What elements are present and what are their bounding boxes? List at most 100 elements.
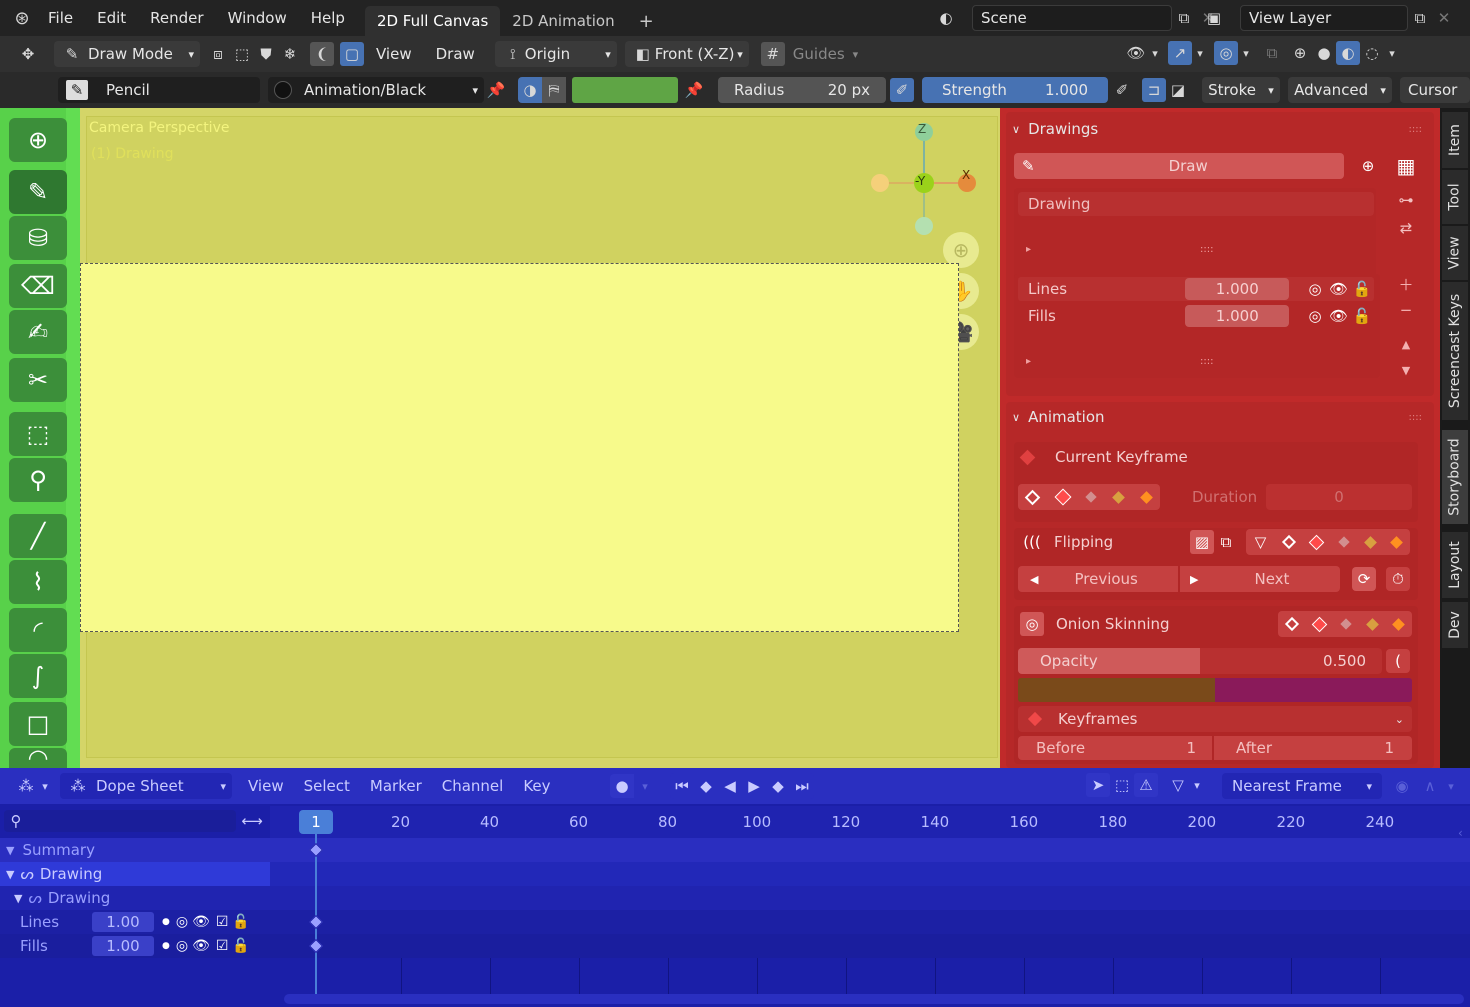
lock-icon[interactable]: 🔓 bbox=[1350, 277, 1374, 301]
add-drawing-icon[interactable]: ⊕ bbox=[1356, 154, 1380, 178]
onion-skin-icon[interactable]: ◎ bbox=[176, 938, 188, 954]
moving-hold-type-icon[interactable] bbox=[1085, 491, 1098, 503]
layer-active-dot-icon[interactable]: ● bbox=[162, 941, 170, 951]
tab-item[interactable]: Item bbox=[1442, 112, 1468, 168]
cursor-dropdown[interactable]: Cursor bbox=[1400, 77, 1470, 103]
multiframe-icon[interactable]: ⧈ bbox=[206, 42, 230, 66]
rendered-shading-icon[interactable]: ◌ bbox=[1360, 41, 1384, 65]
tab-tool[interactable]: Tool bbox=[1442, 170, 1468, 224]
cursor-tool-icon[interactable]: ⊕ bbox=[9, 118, 67, 162]
flip-image-icon[interactable]: ▨ bbox=[1190, 530, 1214, 554]
freeze-icon[interactable]: ❄ bbox=[278, 42, 302, 66]
pin-icon[interactable]: 📌 bbox=[484, 78, 508, 102]
current-frame-indicator[interactable]: 1 bbox=[299, 810, 333, 834]
channel-layer-fills[interactable]: Fills 1.00 ● ◎ 👁 ☑ 🔓 bbox=[0, 934, 270, 958]
previous-button[interactable]: ◀ Previous bbox=[1018, 566, 1178, 592]
extreme-type-icon[interactable] bbox=[1365, 617, 1379, 631]
tint-tool-icon[interactable]: ✍ bbox=[9, 310, 67, 354]
expand-arrow-icon[interactable]: ▸ bbox=[1026, 356, 1031, 367]
expand-arrow-icon[interactable]: ▸ bbox=[1026, 244, 1031, 255]
select-mode-icon[interactable]: ▢ bbox=[340, 42, 364, 66]
dope-menu-marker[interactable]: Marker bbox=[360, 768, 432, 804]
lock-icon[interactable]: 🔓 bbox=[1350, 304, 1374, 328]
show-hidden-icon[interactable]: ⬚ bbox=[1110, 773, 1134, 797]
fill-tool-icon[interactable]: ⛁ bbox=[9, 216, 67, 260]
curve-tool-icon[interactable]: ∫ bbox=[9, 654, 67, 698]
editor-type-icon[interactable]: ✥ bbox=[16, 42, 40, 66]
record-icon[interactable]: ● bbox=[610, 774, 634, 798]
dope-menu-channel[interactable]: Channel bbox=[432, 768, 514, 804]
animation-panel-header[interactable]: ∨ Animation :::: bbox=[1012, 404, 1422, 430]
opacity-slider[interactable]: Opacity 0.500 bbox=[1018, 648, 1382, 674]
stroke-dropdown[interactable]: Stroke ▾ bbox=[1202, 77, 1280, 103]
material-color-icon[interactable]: ◑ bbox=[518, 77, 542, 103]
chevron-down-icon[interactable]: ▾ bbox=[1190, 773, 1204, 797]
eye-icon[interactable]: 👁 bbox=[192, 938, 210, 954]
menu-window[interactable]: Window bbox=[216, 0, 299, 36]
wireframe-shading-icon[interactable]: ⊕ bbox=[1288, 41, 1312, 65]
collapse-sidebar-icon[interactable]: ‹ bbox=[1458, 826, 1463, 840]
mode-selector[interactable]: ✎ Draw Mode ▾ bbox=[54, 41, 200, 67]
moving-hold-type-icon[interactable] bbox=[1340, 618, 1353, 630]
editor-type-icon[interactable]: ⁂ bbox=[14, 774, 38, 798]
tab-screencast-keys[interactable]: Screencast Keys bbox=[1442, 282, 1468, 420]
flip-filter-selector[interactable]: ▽ bbox=[1246, 529, 1410, 555]
drag-handle-icon[interactable]: :::: bbox=[1409, 412, 1422, 423]
pressure-strength-icon[interactable]: ✐ bbox=[1110, 78, 1134, 102]
drag-handle-icon[interactable]: :::: bbox=[1409, 124, 1422, 135]
add-layer-icon[interactable]: ＋ bbox=[1394, 272, 1418, 296]
horizontal-scrollbar[interactable] bbox=[284, 994, 1464, 1004]
lock-icon[interactable]: 🔓 bbox=[232, 938, 249, 954]
timer-icon[interactable]: ⏱ bbox=[1386, 567, 1410, 591]
material-selector[interactable]: Animation/Black ▾ bbox=[268, 77, 484, 103]
resize-grip-icon[interactable]: :::: bbox=[1200, 356, 1213, 367]
gizmo-neg-x-axis[interactable] bbox=[871, 174, 889, 192]
layer-opacity-field[interactable]: 1.00 bbox=[92, 936, 154, 956]
play-reverse-icon[interactable]: ◀ bbox=[718, 774, 742, 798]
channel-object[interactable]: ▼ ᔕ Drawing bbox=[0, 862, 270, 886]
before-field[interactable]: Before 1 bbox=[1018, 736, 1212, 760]
layer-opacity-slider[interactable]: 1.000 bbox=[1185, 305, 1290, 327]
autokey-icon[interactable]: ⛊ bbox=[254, 42, 278, 66]
link-drawing-icon[interactable]: ⇄ bbox=[1394, 216, 1418, 240]
channel-layer-lines[interactable]: Lines 1.00 ● ◎ 👁 ☑ 🔓 bbox=[0, 910, 270, 934]
drawing-list-item[interactable]: Drawing bbox=[1018, 192, 1374, 216]
projection-selector[interactable]: ◧ Front (X-Z) ▾ bbox=[624, 41, 749, 67]
breakdown-type-icon[interactable] bbox=[1054, 488, 1072, 506]
onion-skin-icon[interactable]: ◎ bbox=[176, 914, 188, 930]
swap-icon[interactable]: ⟷ bbox=[240, 809, 264, 833]
channel-search-input[interactable]: ⚲ bbox=[4, 810, 236, 832]
channel-summary[interactable]: ▼ Summary bbox=[0, 838, 270, 862]
chevron-down-icon[interactable]: ▾ bbox=[38, 774, 52, 798]
erase-tool-icon[interactable]: ⌫ bbox=[9, 264, 67, 308]
layer-opacity-field[interactable]: 1.00 bbox=[92, 912, 154, 932]
breakdown-type-icon[interactable] bbox=[1311, 616, 1328, 632]
after-color-swatch[interactable] bbox=[1215, 678, 1412, 702]
snap-icon[interactable]: ⬚ bbox=[230, 42, 254, 66]
solid-shading-icon[interactable]: ● bbox=[1312, 41, 1336, 65]
radius-slider[interactable]: Radius 20 px bbox=[718, 77, 886, 103]
layer-opacity-slider[interactable]: 1.000 bbox=[1185, 278, 1290, 300]
line-tool-icon[interactable]: ╱ bbox=[9, 514, 67, 558]
only-selected-icon[interactable]: ➤ bbox=[1086, 773, 1110, 797]
onion-colors[interactable] bbox=[1018, 678, 1412, 702]
tab-2d-animation[interactable]: 2D Animation bbox=[500, 6, 626, 36]
next-keyframe-icon[interactable]: ◆ bbox=[766, 774, 790, 798]
new-scene-icon[interactable]: ⧉ bbox=[1172, 6, 1196, 30]
chevron-down-icon[interactable]: ▾ bbox=[1384, 41, 1400, 65]
eye-icon[interactable]: 👁 bbox=[1327, 277, 1351, 301]
keyframe-type-icon[interactable] bbox=[1281, 534, 1296, 550]
tab-2d-full-canvas[interactable]: 2D Full Canvas bbox=[364, 6, 501, 36]
menu-edit[interactable]: Edit bbox=[85, 0, 138, 36]
keyframe-type-selector[interactable] bbox=[1018, 484, 1160, 510]
chevron-down-icon[interactable]: ▾ bbox=[636, 774, 654, 798]
dope-menu-key[interactable]: Key bbox=[513, 768, 560, 804]
cutter-tool-icon[interactable]: ✂ bbox=[9, 358, 67, 402]
layer-active-dot-icon[interactable]: ● bbox=[162, 917, 170, 927]
pin-icon[interactable]: 📌 bbox=[682, 78, 706, 102]
stroke-placement-icon[interactable]: ⊐ bbox=[1142, 78, 1166, 102]
fade-icon[interactable]: ( bbox=[1386, 649, 1410, 673]
dope-menu-select[interactable]: Select bbox=[294, 768, 360, 804]
gizmo-icon[interactable]: ↗ bbox=[1168, 41, 1192, 65]
eyedropper-tool-icon[interactable]: ⚲ bbox=[9, 458, 67, 502]
